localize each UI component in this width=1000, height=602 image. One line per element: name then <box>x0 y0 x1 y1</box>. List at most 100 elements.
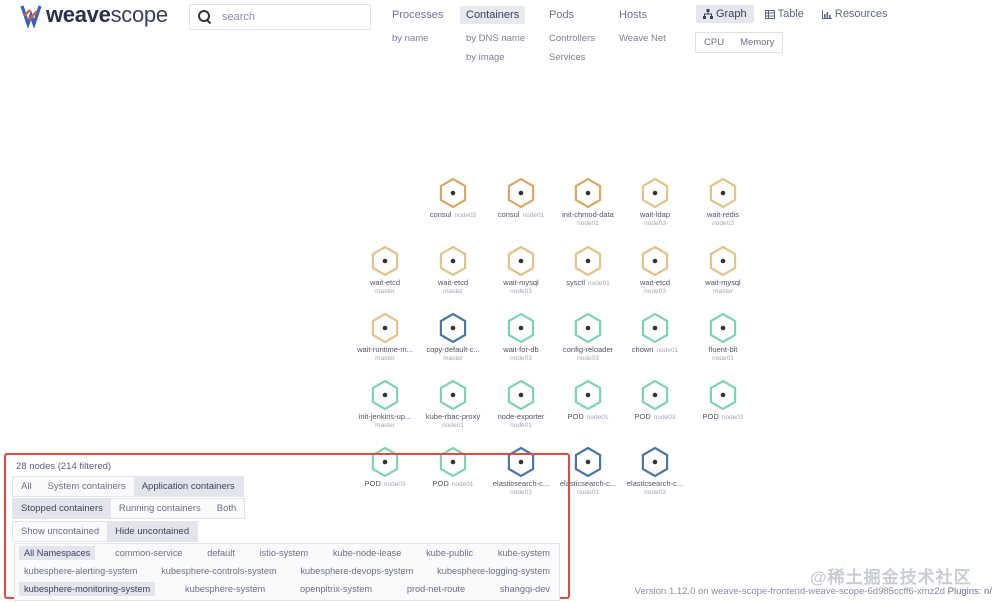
namespace-kubesphere-logging-system[interactable]: kubesphere-logging-system <box>432 564 555 578</box>
container-hexagon-icon <box>574 178 602 208</box>
metric-cpu[interactable]: CPU <box>696 33 732 52</box>
namespace-prod-net-route[interactable]: prod-net-route <box>402 582 470 596</box>
container-hexagon-icon <box>439 178 467 208</box>
search-box[interactable] <box>189 4 371 30</box>
container-hexagon-icon <box>709 313 737 343</box>
topology-containers-by-dns[interactable]: by DNS name <box>460 30 531 47</box>
container-hexagon-icon <box>439 246 467 276</box>
weave-logo-icon <box>20 5 42 28</box>
filter-system-containers[interactable]: System containers <box>40 477 134 496</box>
filter-both[interactable]: Both <box>209 499 245 518</box>
container-node[interactable]: wait-redis node03 <box>683 178 763 227</box>
filter-show-uncontained[interactable]: Show uncontained <box>13 522 107 541</box>
node-host: node03 <box>644 489 666 496</box>
namespace-kubesphere-devops-system[interactable]: kubesphere-devops-system <box>295 564 418 578</box>
namespace-kubesphere-system[interactable]: kubesphere-system <box>180 582 270 596</box>
container-hexagon-icon <box>574 313 602 343</box>
container-hexagon-icon <box>709 178 737 208</box>
container-hexagon-icon <box>507 380 535 410</box>
namespace-row: All Namespaces common-service default is… <box>15 544 559 562</box>
filter-application-containers[interactable]: Application containers <box>133 477 243 496</box>
table-icon <box>764 9 775 19</box>
node-label: wait-redis <box>706 210 740 219</box>
topology-containers-by-image[interactable]: by image <box>460 49 531 66</box>
view-mode-switcher: Graph Table Resources <box>696 5 894 23</box>
topology-hosts[interactable]: Hosts Weave Net <box>613 6 672 47</box>
topology-processes[interactable]: Processes by name <box>386 6 449 47</box>
node-host: node03 <box>721 414 744 421</box>
container-hexagon-icon <box>439 380 467 410</box>
topology-containers[interactable]: Containers by DNS name by image <box>460 6 531 66</box>
container-node[interactable]: wait-mysql master <box>683 246 763 295</box>
namespace-all[interactable]: All Namespaces <box>19 546 96 560</box>
filter-stopped-containers[interactable]: Stopped containers <box>13 499 111 518</box>
namespace-row: kubesphere-alerting-system kubesphere-co… <box>15 562 559 580</box>
graph-view-label: Graph <box>716 8 747 20</box>
container-hexagon-icon <box>574 447 602 477</box>
node-host: node03 <box>712 220 734 227</box>
container-type-filter: All System containers Application contai… <box>12 476 244 497</box>
weavescope-logo[interactable]: weavescope <box>20 2 168 28</box>
topology-pods-label[interactable]: Pods <box>543 6 580 24</box>
container-hexagon-icon <box>709 380 737 410</box>
metric-memory[interactable]: Memory <box>732 33 782 52</box>
brand-name: weavescope <box>46 2 168 27</box>
container-hexagon-icon <box>641 313 669 343</box>
container-hexagon-icon <box>641 178 669 208</box>
container-state-filter: Stopped containers Running containers Bo… <box>12 498 246 519</box>
container-node[interactable]: fluent-bit node01 <box>683 313 763 362</box>
node-host: node03 <box>510 288 532 295</box>
namespace-kubesphere-controls-system[interactable]: kubesphere-controls-system <box>156 564 281 578</box>
namespace-shangqi-dev[interactable]: shangqi-dev <box>495 582 555 596</box>
topology-containers-label[interactable]: Containers <box>460 6 526 24</box>
namespace-openpitrix-system[interactable]: openpitrix-system <box>295 582 377 596</box>
node-label: wait-mysql <box>705 278 741 287</box>
graph-view-button[interactable]: Graph <box>696 5 754 23</box>
filter-hide-uncontained[interactable]: Hide uncontained <box>107 522 198 541</box>
node-label: elasticsearch-c... <box>626 479 684 488</box>
topology-pods-controllers[interactable]: Controllers <box>543 30 601 47</box>
filter-all[interactable]: All <box>13 477 40 496</box>
table-view-button[interactable]: Table <box>758 5 811 23</box>
topology-pods[interactable]: Pods Controllers Services <box>543 6 601 66</box>
container-hexagon-icon <box>574 380 602 410</box>
container-node[interactable]: POD node03 <box>683 380 763 421</box>
container-hexagon-icon <box>641 246 669 276</box>
watermark: @稀土掘金技术社区 <box>810 568 972 587</box>
namespace-kube-public[interactable]: kube-public <box>421 546 478 560</box>
container-hexagon-icon <box>641 380 669 410</box>
node-host: node01 <box>522 212 545 219</box>
topology-pods-services[interactable]: Services <box>543 49 601 66</box>
node-host: node03 <box>454 212 477 219</box>
container-hexagon-icon <box>439 313 467 343</box>
namespace-kubesphere-alerting-system[interactable]: kubesphere-alerting-system <box>19 564 142 578</box>
namespace-filter: All Namespaces common-service default is… <box>14 543 560 601</box>
node-label: fluent-bit <box>708 345 738 354</box>
resources-view-button[interactable]: Resources <box>815 5 895 23</box>
container-hexagon-icon <box>507 246 535 276</box>
namespace-kubesphere-monitoring-system[interactable]: kubesphere-monitoring-system <box>19 582 156 596</box>
resources-view-label: Resources <box>834 8 888 20</box>
topology-processes-by-name[interactable]: by name <box>386 30 449 47</box>
container-hexagon-icon <box>574 246 602 276</box>
search-icon <box>198 10 212 24</box>
namespace-kube-node-lease[interactable]: kube-node-lease <box>328 546 406 560</box>
namespace-kube-system[interactable]: kube-system <box>493 546 555 560</box>
filter-running-containers[interactable]: Running containers <box>111 499 209 518</box>
container-hexagon-icon <box>371 380 399 410</box>
search-input[interactable] <box>220 10 364 24</box>
node-host: master <box>713 288 733 295</box>
namespace-default[interactable]: default <box>202 546 240 560</box>
topology-processes-label[interactable]: Processes <box>386 6 449 24</box>
container-hexagon-icon <box>371 246 399 276</box>
namespace-istio-system[interactable]: istio-system <box>255 546 314 560</box>
container-node[interactable]: elasticsearch-c... node03 <box>615 447 695 496</box>
namespace-common-service[interactable]: common-service <box>110 546 187 560</box>
topology-hosts-weave-net[interactable]: Weave Net <box>613 30 672 47</box>
topology-hosts-label[interactable]: Hosts <box>613 6 653 24</box>
node-count: 28 nodes (214 filtered) <box>16 461 112 472</box>
metric-selector: CPU Memory <box>695 32 784 53</box>
container-hexagon-icon <box>371 313 399 343</box>
node-host: node01 <box>510 422 532 429</box>
container-hexagon-icon <box>641 447 669 477</box>
